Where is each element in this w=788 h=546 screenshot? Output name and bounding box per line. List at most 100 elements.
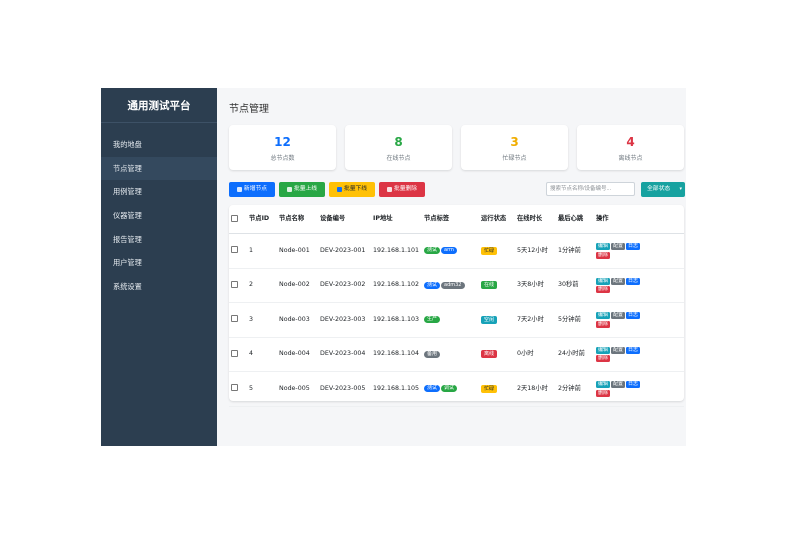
cell-uptime: 5天12小时 [515, 233, 556, 269]
search-input[interactable] [546, 182, 635, 196]
stat-card: 12 总节点数 [229, 125, 336, 170]
column-header: 在线时长 [515, 205, 556, 234]
log-button[interactable]: 日志 [626, 277, 641, 285]
delete-button[interactable]: 删除 [596, 389, 611, 397]
cell-status: 离线 [479, 337, 515, 372]
config-button[interactable]: 配置 [611, 312, 626, 320]
node-tag-badge: 测试 [424, 247, 441, 255]
status-filter-select[interactable]: 全部状态 ▾ [641, 182, 685, 197]
sidebar-item-1[interactable]: 节点管理 [101, 156, 217, 181]
row-checkbox[interactable] [231, 384, 238, 392]
batch-delete-button[interactable]: 批量删除 [379, 182, 425, 197]
batch-online-button[interactable]: 批量上线 [279, 182, 325, 197]
stat-label: 忙碌节点 [502, 155, 527, 162]
sidebar-item-4[interactable]: 报告管理 [101, 228, 217, 252]
column-header: IP地址 [371, 205, 422, 234]
column-header: 最后心跳 [556, 205, 594, 234]
table-row: 5 Node-005 DEV-2023-005 192.168.1.105 测试 调试 忙碌… [229, 371, 684, 407]
cell-ip: 192.168.1.105 [371, 371, 422, 407]
cell-uptime: 3天8小时 [515, 268, 556, 303]
stat-card: 3 忙碌节点 [461, 125, 568, 170]
column-header: 运行状态 [479, 205, 515, 234]
stat-card: 8 在线节点 [345, 125, 452, 170]
config-button[interactable]: 配置 [611, 346, 626, 354]
page-title: 节点管理 [229, 104, 269, 115]
table-body: 1 Node-001 DEV-2023-001 192.168.1.101 测试 arm 忙… [229, 233, 684, 407]
cell-node-name: Node-004 [277, 337, 318, 372]
cell-ip: 192.168.1.102 [371, 268, 422, 303]
log-button[interactable]: 日志 [626, 312, 641, 320]
add-node-button[interactable]: 新增节点 [229, 182, 275, 197]
cell-heartbeat: 30秒前 [556, 268, 594, 303]
cell-node-id: 3 [247, 302, 277, 338]
cell-status: 忙碌 [479, 233, 515, 269]
plus-icon [236, 187, 242, 192]
stat-value: 12 [274, 135, 291, 149]
cell-heartbeat: 5分钟前 [556, 302, 594, 338]
stat-label: 总节点数 [270, 155, 295, 162]
delete-button[interactable]: 删除 [596, 355, 611, 363]
batch-online-label: 批量上线 [293, 186, 318, 192]
config-button[interactable]: 配置 [611, 381, 626, 389]
sidebar-item-5[interactable]: 用户管理 [101, 251, 217, 275]
cell-ip: 192.168.1.104 [371, 337, 422, 372]
row-checkbox[interactable] [231, 246, 238, 254]
cell-actions: 编辑 配置 日志删除 [594, 337, 684, 372]
log-button[interactable]: 日志 [626, 243, 641, 251]
select-all-checkbox[interactable] [231, 214, 238, 222]
cell-node-id: 4 [247, 337, 277, 372]
column-header: 设备编号 [318, 205, 371, 234]
status-badge: 在线 [481, 281, 498, 289]
cell-device-id: DEV-2023-003 [318, 302, 371, 338]
stats-cards: 12 总节点数 8 在线节点 3 忙碌节点 4 离线节点 [229, 125, 684, 170]
cell-node-id: 5 [247, 371, 277, 407]
cell-node-name: Node-005 [277, 371, 318, 407]
status-badge: 空闲 [481, 315, 498, 324]
status-filter-value: 全部状态 [647, 186, 671, 192]
row-checkbox-cell [229, 371, 247, 407]
sidebar-item-3[interactable]: 仪器管理 [101, 204, 217, 228]
delete-button[interactable]: 删除 [596, 286, 611, 294]
edit-button[interactable]: 编辑 [596, 312, 611, 320]
row-checkbox-cell [229, 233, 247, 269]
config-button[interactable]: 配置 [611, 277, 626, 285]
table-row: 4 Node-004 DEV-2023-004 192.168.1.104 备用 离线 0小… [229, 337, 684, 372]
node-tag-badge: 测试 [424, 385, 441, 393]
batch-offline-button[interactable]: 批量下线 [329, 182, 375, 197]
edit-button[interactable]: 编辑 [596, 381, 611, 389]
cell-device-id: DEV-2023-002 [318, 268, 371, 303]
edit-button[interactable]: 编辑 [596, 277, 611, 285]
pause-icon [336, 187, 342, 192]
sidebar-item-6[interactable]: 系统设置 [101, 275, 217, 299]
cell-node-id: 2 [247, 268, 277, 303]
cell-actions: 编辑 配置 日志删除 [594, 233, 684, 269]
status-badge: 忙碌 [481, 384, 498, 393]
stat-card: 4 离线节点 [577, 125, 684, 170]
cell-node-name: Node-003 [277, 302, 318, 338]
delete-button[interactable]: 删除 [596, 251, 611, 259]
main-content: 节点管理 12 总节点数 8 在线节点 3 忙碌节点 4 离线节点 新增节点 批量上线 批量下… [217, 88, 686, 446]
nodes-table-card: 节点ID 节点名称 设备编号 IP地址 节点标签 运行状态 在线时长 最后心跳 操作 1 Node… [229, 205, 684, 407]
edit-button[interactable]: 编辑 [596, 346, 611, 354]
select-all-checkbox-cell[interactable] [229, 205, 247, 234]
cell-node-name: Node-002 [277, 268, 318, 303]
status-badge: 忙碌 [481, 246, 498, 255]
cell-heartbeat: 24小时前 [556, 337, 594, 372]
cell-actions: 编辑 配置 日志删除 [594, 302, 684, 338]
stat-value: 8 [394, 135, 403, 149]
row-checkbox-cell [229, 302, 247, 338]
row-checkbox[interactable] [231, 349, 238, 357]
column-header: 节点ID [247, 205, 277, 234]
log-button[interactable]: 日志 [626, 346, 641, 354]
trash-icon [386, 187, 392, 192]
sidebar-item-0[interactable]: 我的地盘 [101, 133, 217, 157]
sidebar-item-2[interactable]: 用例管理 [101, 180, 217, 204]
delete-button[interactable]: 删除 [596, 320, 611, 328]
edit-button[interactable]: 编辑 [596, 243, 611, 251]
log-button[interactable]: 日志 [626, 381, 641, 389]
row-checkbox[interactable] [231, 280, 238, 288]
config-button[interactable]: 配置 [611, 243, 626, 251]
cell-node-id: 1 [247, 233, 277, 269]
row-checkbox[interactable] [231, 315, 238, 323]
table-row: 2 Node-002 DEV-2023-002 192.168.1.102 测试 adm3… [229, 268, 684, 303]
